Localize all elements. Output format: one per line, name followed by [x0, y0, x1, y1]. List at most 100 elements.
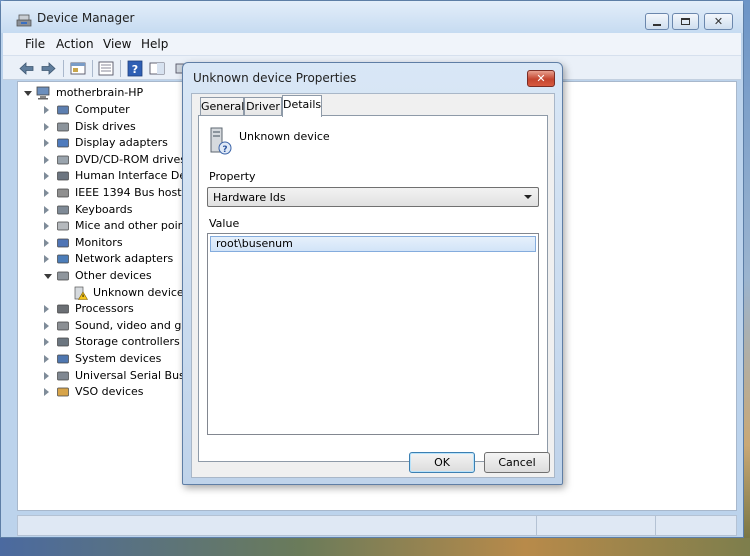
device-category-icon — [57, 172, 69, 181]
properties-icon[interactable] — [69, 60, 87, 77]
svg-text:?: ? — [132, 63, 138, 76]
tree-category-label: Processors — [75, 302, 134, 316]
property-label: Property — [209, 170, 256, 183]
unknown-device-icon: ? — [210, 127, 232, 155]
minimize-icon — [653, 23, 661, 26]
tree-category-label: System devices — [75, 352, 162, 365]
value-list[interactable]: root\busenum — [207, 233, 539, 435]
expand-arrow-icon[interactable] — [44, 355, 49, 363]
tree-category-label: Network adapters — [75, 252, 174, 266]
tree-category-label: Other devices — [75, 269, 152, 282]
tree-root-label: motherbrain-HP — [56, 86, 144, 99]
warning-device-icon — [74, 286, 88, 300]
expand-arrow-icon[interactable] — [44, 388, 49, 397]
desktop-background — [744, 0, 750, 556]
properties-dialog: Unknown device Properties ✕ General Driv… — [182, 62, 563, 485]
menu-help[interactable]: Help — [141, 37, 168, 51]
menu-action[interactable]: Action — [56, 37, 94, 51]
value-label: Value — [209, 217, 240, 230]
tree-device-label: Unknown device — [93, 285, 184, 299]
device-category-icon — [57, 238, 69, 248]
expand-arrow-icon[interactable] — [44, 371, 49, 380]
chevron-down-icon — [524, 195, 532, 199]
title-bar: Device Manager ✕ — [1, 1, 743, 33]
device-category-icon — [57, 338, 69, 347]
menu-file[interactable]: File — [25, 37, 45, 51]
tab-general[interactable]: General — [200, 97, 244, 117]
tree-category-label: DVD/CD-ROM drives — [75, 152, 186, 166]
expand-arrow-icon[interactable] — [44, 321, 49, 330]
expand-arrow-icon[interactable] — [44, 238, 49, 247]
ok-button[interactable]: OK — [409, 452, 475, 473]
status-bar — [17, 515, 737, 536]
device-category-icon — [57, 122, 69, 131]
dialog-title: Unknown device Properties — [193, 71, 357, 85]
tab-details[interactable]: Details — [282, 95, 322, 117]
device-manager-icon — [16, 14, 32, 27]
expand-arrow-icon[interactable] — [44, 172, 49, 181]
device-category-icon — [57, 255, 69, 264]
tab-driver[interactable]: Driver — [244, 97, 282, 117]
device-category-icon — [57, 321, 69, 331]
details-panel: ? Unknown device Property Hardware Ids V… — [198, 115, 548, 462]
collapse-arrow-icon[interactable] — [24, 91, 32, 96]
status-segment — [536, 516, 537, 535]
svg-text:?: ? — [222, 145, 227, 155]
action-pane-icon[interactable] — [148, 60, 166, 77]
status-segment — [655, 516, 656, 535]
device-category-icon — [57, 205, 69, 214]
device-category-icon — [57, 371, 69, 380]
list-item[interactable]: root\busenum — [210, 236, 536, 252]
device-name: Unknown device — [239, 130, 330, 143]
computer-icon — [36, 86, 50, 100]
expand-arrow-icon[interactable] — [44, 155, 49, 164]
expand-arrow-icon[interactable] — [44, 106, 49, 114]
tree-category-label: Storage controllers — [75, 335, 180, 349]
device-category-icon — [57, 304, 69, 314]
back-arrow-icon[interactable] — [18, 60, 36, 77]
device-category-icon — [57, 354, 69, 364]
menu-bar: File Action View Help — [3, 33, 741, 55]
toolbar-separator — [63, 60, 64, 77]
property-dropdown[interactable]: Hardware Ids — [207, 187, 539, 207]
forward-arrow-icon[interactable] — [39, 60, 57, 77]
tree-category-label: VSO devices — [75, 385, 144, 399]
cancel-button[interactable]: Cancel — [484, 452, 550, 473]
expand-arrow-icon[interactable] — [44, 122, 49, 131]
desktop-background-bottom — [0, 538, 750, 556]
menu-view[interactable]: View — [103, 37, 131, 51]
property-dropdown-value: Hardware Ids — [213, 191, 286, 204]
maximize-icon — [681, 18, 690, 25]
expand-arrow-icon[interactable] — [44, 338, 49, 347]
dialog-close-button[interactable]: ✕ — [527, 70, 555, 87]
device-category-icon — [57, 221, 69, 231]
device-category-icon — [57, 271, 69, 281]
device-category-icon — [57, 188, 69, 198]
close-icon: ✕ — [713, 15, 724, 28]
help-icon[interactable]: ? — [126, 60, 144, 77]
window-title: Device Manager — [37, 11, 135, 25]
collapse-arrow-icon[interactable] — [44, 274, 52, 279]
tree-category-label: Mice and other pointin — [75, 219, 199, 233]
device-category-icon — [57, 105, 69, 115]
toolbar-separator — [92, 60, 93, 77]
expand-arrow-icon[interactable] — [44, 189, 49, 197]
device-category-icon — [57, 138, 69, 148]
dialog-body: General Driver Details ? Unknown device … — [191, 93, 555, 478]
close-icon: ✕ — [536, 72, 546, 85]
console-tree-icon[interactable] — [97, 60, 115, 77]
expand-arrow-icon[interactable] — [44, 255, 49, 264]
maximize-button[interactable] — [672, 13, 699, 30]
device-category-icon — [57, 155, 69, 165]
minimize-button[interactable] — [645, 13, 669, 30]
expand-arrow-icon[interactable] — [44, 222, 49, 231]
tree-category-label: Computer — [75, 103, 130, 116]
expand-arrow-icon[interactable] — [44, 305, 49, 314]
close-button[interactable]: ✕ — [704, 13, 733, 30]
expand-arrow-icon[interactable] — [44, 205, 49, 214]
tree-category-label: Display adapters — [75, 136, 168, 150]
tree-category-label: Disk drives — [75, 119, 136, 133]
expand-arrow-icon[interactable] — [44, 139, 49, 148]
toolbar-separator — [120, 60, 121, 77]
tree-category-label: Keyboards — [75, 202, 133, 216]
